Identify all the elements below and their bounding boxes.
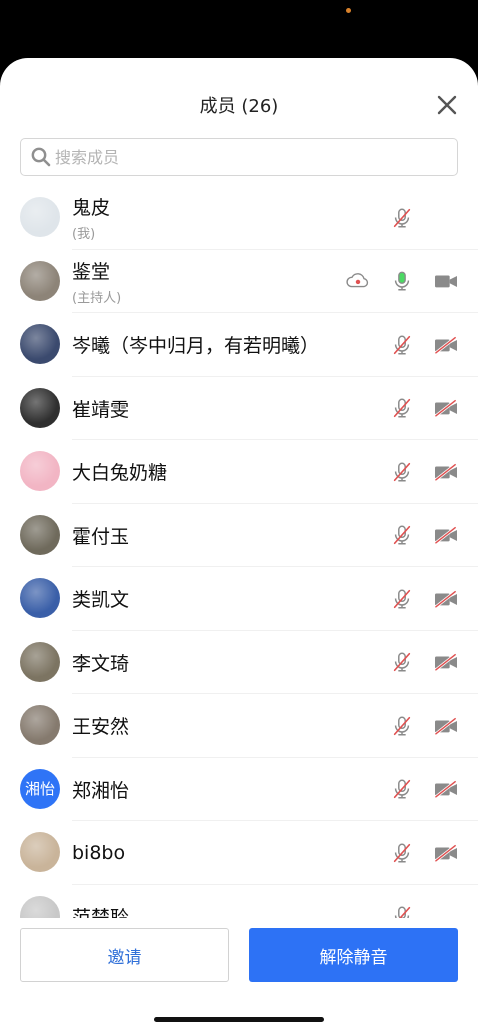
mic-muted-icon xyxy=(390,714,414,738)
member-name: 郑湘怡 xyxy=(72,779,130,802)
member-info: 岑曦（岑中归月，有若明曦） xyxy=(72,313,319,377)
member-row[interactable]: 岑曦（岑中归月，有若明曦） xyxy=(0,313,478,377)
search-bar[interactable] xyxy=(20,138,458,176)
member-status-icons xyxy=(390,821,460,885)
member-name: bi8bo xyxy=(72,841,126,864)
member-status-icons xyxy=(390,631,460,695)
member-role: (主持人) xyxy=(72,290,122,306)
page-title: 成员 (26) xyxy=(199,96,279,117)
member-status-icons xyxy=(390,440,460,504)
video-off-icon xyxy=(432,460,460,484)
mic-muted-icon xyxy=(390,904,414,918)
member-row[interactable]: 李文琦 xyxy=(0,631,478,695)
member-status-icons xyxy=(390,758,460,822)
member-list[interactable]: 鬼皮 (我) 鉴堂 (主持人) 岑曦（岑中归月，有若明曦） 崔靖雯大白兔奶糖霍付玉类凯文李… xyxy=(0,186,478,918)
member-row[interactable]: 大白兔奶糖 xyxy=(0,440,478,504)
member-name: 李文琦 xyxy=(72,652,130,675)
mic-muted-icon xyxy=(390,396,414,420)
member-info: 霍付玉 xyxy=(72,504,129,568)
avatar xyxy=(20,324,60,364)
unmute-button[interactable]: 解除静音 xyxy=(249,928,458,982)
avatar xyxy=(20,387,60,428)
avatar xyxy=(20,197,60,237)
mic-muted-icon xyxy=(390,650,414,674)
member-row[interactable]: 崔靖雯 xyxy=(0,377,478,441)
member-row[interactable]: 鬼皮 (我) xyxy=(0,186,478,250)
close-button[interactable] xyxy=(436,94,458,116)
avatar: 湘怡 xyxy=(20,768,60,809)
mic-muted-icon xyxy=(390,841,414,865)
member-name: 鉴堂 xyxy=(72,260,111,283)
camera-indicator xyxy=(346,8,351,13)
video-off-icon xyxy=(432,650,460,674)
avatar xyxy=(20,451,60,491)
video-placeholder xyxy=(432,206,460,230)
member-status-icons xyxy=(344,250,460,314)
member-info: 鉴堂 (主持人) xyxy=(72,250,121,314)
member-status-icons xyxy=(390,885,460,918)
member-info: 类凯文 xyxy=(72,567,129,631)
member-status-icons xyxy=(390,504,460,568)
member-status-icons xyxy=(390,694,460,758)
member-name: 王安然 xyxy=(72,716,130,739)
member-name: 崔靖雯 xyxy=(72,398,130,421)
avatar xyxy=(20,832,60,872)
mic-muted-icon xyxy=(390,523,414,547)
member-name: 范楚聆 xyxy=(72,906,130,918)
video-off-icon xyxy=(432,777,460,801)
member-status-icons xyxy=(390,186,460,250)
avatar xyxy=(20,895,60,918)
member-row[interactable]: 霍付玉 xyxy=(0,504,478,568)
video-off-icon xyxy=(432,523,460,547)
home-indicator xyxy=(154,1017,324,1022)
invite-button[interactable]: 邀请 xyxy=(20,928,229,982)
mic-icon xyxy=(390,269,414,293)
search-input[interactable] xyxy=(55,147,457,167)
video-camera-icon xyxy=(432,269,460,293)
member-name: 大白兔奶糖 xyxy=(72,462,168,485)
avatar xyxy=(20,260,60,301)
mic-muted-icon xyxy=(390,777,414,801)
member-row[interactable]: 类凯文 xyxy=(0,567,478,631)
member-info: 李文琦 xyxy=(72,631,129,695)
video-off-icon xyxy=(432,396,460,420)
avatar xyxy=(20,578,60,618)
avatar xyxy=(20,514,60,555)
search-icon xyxy=(31,147,51,167)
close-icon xyxy=(437,95,457,115)
member-row[interactable]: 湘怡 郑湘怡 xyxy=(0,758,478,822)
member-info: 郑湘怡 xyxy=(72,758,129,822)
member-status-icons xyxy=(390,567,460,631)
video-off-icon xyxy=(432,333,460,357)
member-row[interactable]: bi8bo xyxy=(0,821,478,885)
video-off-icon xyxy=(432,587,460,611)
members-sheet: 成员 (26) 鬼皮 (我) 鉴堂 (主持人) 岑曦（岑中归月，有若明曦） 崔靖雯大白兔奶… xyxy=(0,58,478,1033)
member-row[interactable]: 范楚聆 xyxy=(0,885,478,918)
member-status-icons xyxy=(390,377,460,441)
member-name: 类凯文 xyxy=(72,589,130,612)
mic-muted-icon xyxy=(390,333,414,357)
member-name: 霍付玉 xyxy=(72,525,130,548)
avatar xyxy=(20,641,60,682)
member-row[interactable]: 王安然 xyxy=(0,694,478,758)
mic-muted-icon xyxy=(390,460,414,484)
video-off-icon xyxy=(432,841,460,865)
member-name: 鬼皮 xyxy=(72,197,111,220)
member-row[interactable]: 鉴堂 (主持人) xyxy=(0,250,478,314)
member-info: bi8bo xyxy=(72,821,125,885)
member-status-icons xyxy=(390,313,460,377)
mic-muted-icon xyxy=(390,587,414,611)
member-info: 崔靖雯 xyxy=(72,377,129,441)
avatar xyxy=(20,705,60,745)
member-info: 范楚聆 xyxy=(72,885,130,918)
member-name: 岑曦（岑中归月，有若明曦） xyxy=(72,335,320,358)
member-info: 大白兔奶糖 xyxy=(72,440,167,504)
member-info: 王安然 xyxy=(72,694,129,758)
mic-muted-icon xyxy=(390,206,414,230)
member-role: (我) xyxy=(72,227,96,243)
video-off-icon xyxy=(432,714,460,738)
member-info: 鬼皮 (我) xyxy=(72,186,110,250)
cloud-record-icon xyxy=(344,269,372,293)
video-placeholder xyxy=(432,904,460,918)
